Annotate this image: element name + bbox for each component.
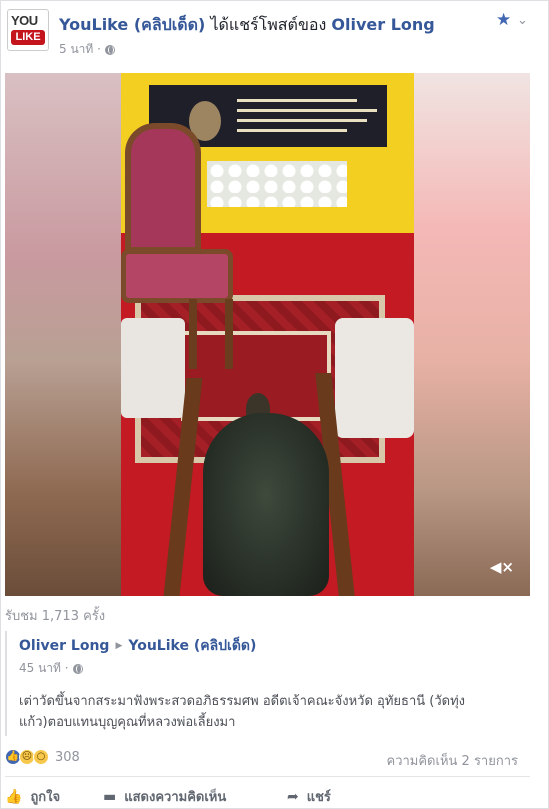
comment-icon: ▬ <box>103 788 117 805</box>
video-banner-line <box>237 99 357 102</box>
page-name-link[interactable]: YouLike (คลิปเด็ด) <box>59 15 205 34</box>
view-count: รับชม 1,713 ครั้ง <box>5 609 106 624</box>
share-button[interactable]: ➦ แชร์ <box>287 786 331 807</box>
reaction-summary[interactable]: 👍 ☹ ○ 308 <box>5 749 80 765</box>
star-icon[interactable]: ★ <box>496 10 511 30</box>
post-time[interactable]: 5 นาที · <box>59 40 101 59</box>
video-chair-leg <box>225 299 233 369</box>
video-cushion-right <box>335 318 414 438</box>
video-blur-right <box>414 73 530 596</box>
shared-author-link[interactable]: Oliver Long <box>19 638 109 654</box>
video-chair-seat <box>121 249 233 303</box>
comment-label: แสดงความคิดเห็น <box>124 790 227 805</box>
like-button[interactable]: 👍 ถูกใจ <box>5 786 60 807</box>
feed-post-card: YOU LIKE YouLike (คลิปเด็ด) ได้แชร์โพสต์… <box>0 0 549 809</box>
triangle-right-icon: ▶ <box>115 641 123 651</box>
video-player[interactable]: ◀× <box>5 73 530 596</box>
share-arrow-icon: ➦ <box>287 788 299 805</box>
avatar-logo-bottom: LIKE <box>11 30 45 45</box>
like-label: ถูกใจ <box>30 790 61 805</box>
reaction-count[interactable]: 308 <box>55 750 80 765</box>
divider <box>5 776 530 777</box>
post-time-row: 5 นาที · <box>59 40 115 59</box>
shared-post-time[interactable]: 45 นาที · <box>19 659 69 678</box>
shared-target-link[interactable]: YouLike (คลิปเด็ด) <box>128 635 256 657</box>
chevron-down-icon[interactable]: ⌄ <box>517 13 528 28</box>
video-banner-line <box>237 109 377 112</box>
video-cushion-left <box>121 318 185 418</box>
shared-post-text: เต่าวัดขึ้นจากสระมาฟังพระสวดอภิธรรมศพ อด… <box>19 694 465 730</box>
video-frame <box>121 73 414 596</box>
wow-reaction-icon: ○ <box>33 749 49 765</box>
page-avatar[interactable]: YOU LIKE <box>7 9 49 51</box>
shared-post-header: Oliver Long ▶ YouLike (คลิปเด็ด) <box>19 635 256 657</box>
thumbs-up-icon: 👍 <box>5 788 23 805</box>
comment-count[interactable]: ความคิดเห็น 2 รายการ <box>387 750 519 771</box>
share-label: แชร์ <box>306 790 331 805</box>
author-link[interactable]: Oliver Long <box>331 15 434 34</box>
globe-icon <box>72 663 83 674</box>
action-bar: 👍 ถูกใจ ▬ แสดงความคิดเห็น ➦ แชร์ <box>5 786 530 806</box>
video-banner-line <box>237 129 347 132</box>
video-blur-left <box>5 73 121 596</box>
video-chair-leg <box>189 299 197 369</box>
shared-post: Oliver Long ▶ YouLike (คลิปเด็ด) 45 นาที… <box>5 631 530 736</box>
video-turtle <box>203 413 329 596</box>
shared-post-time-row: 45 นาที · <box>19 659 83 678</box>
video-banner-line <box>237 119 367 122</box>
globe-icon <box>104 44 115 55</box>
avatar-logo-top: YOU <box>11 13 38 28</box>
comment-button[interactable]: ▬ แสดงความคิดเห็น <box>103 786 226 807</box>
video-chair-back <box>125 123 201 253</box>
shared-text: ได้แชร์โพสต์ของ <box>205 15 332 34</box>
post-header: YouLike (คลิปเด็ด) ได้แชร์โพสต์ของ Olive… <box>59 13 435 38</box>
speaker-mute-icon[interactable]: ◀× <box>490 558 514 576</box>
